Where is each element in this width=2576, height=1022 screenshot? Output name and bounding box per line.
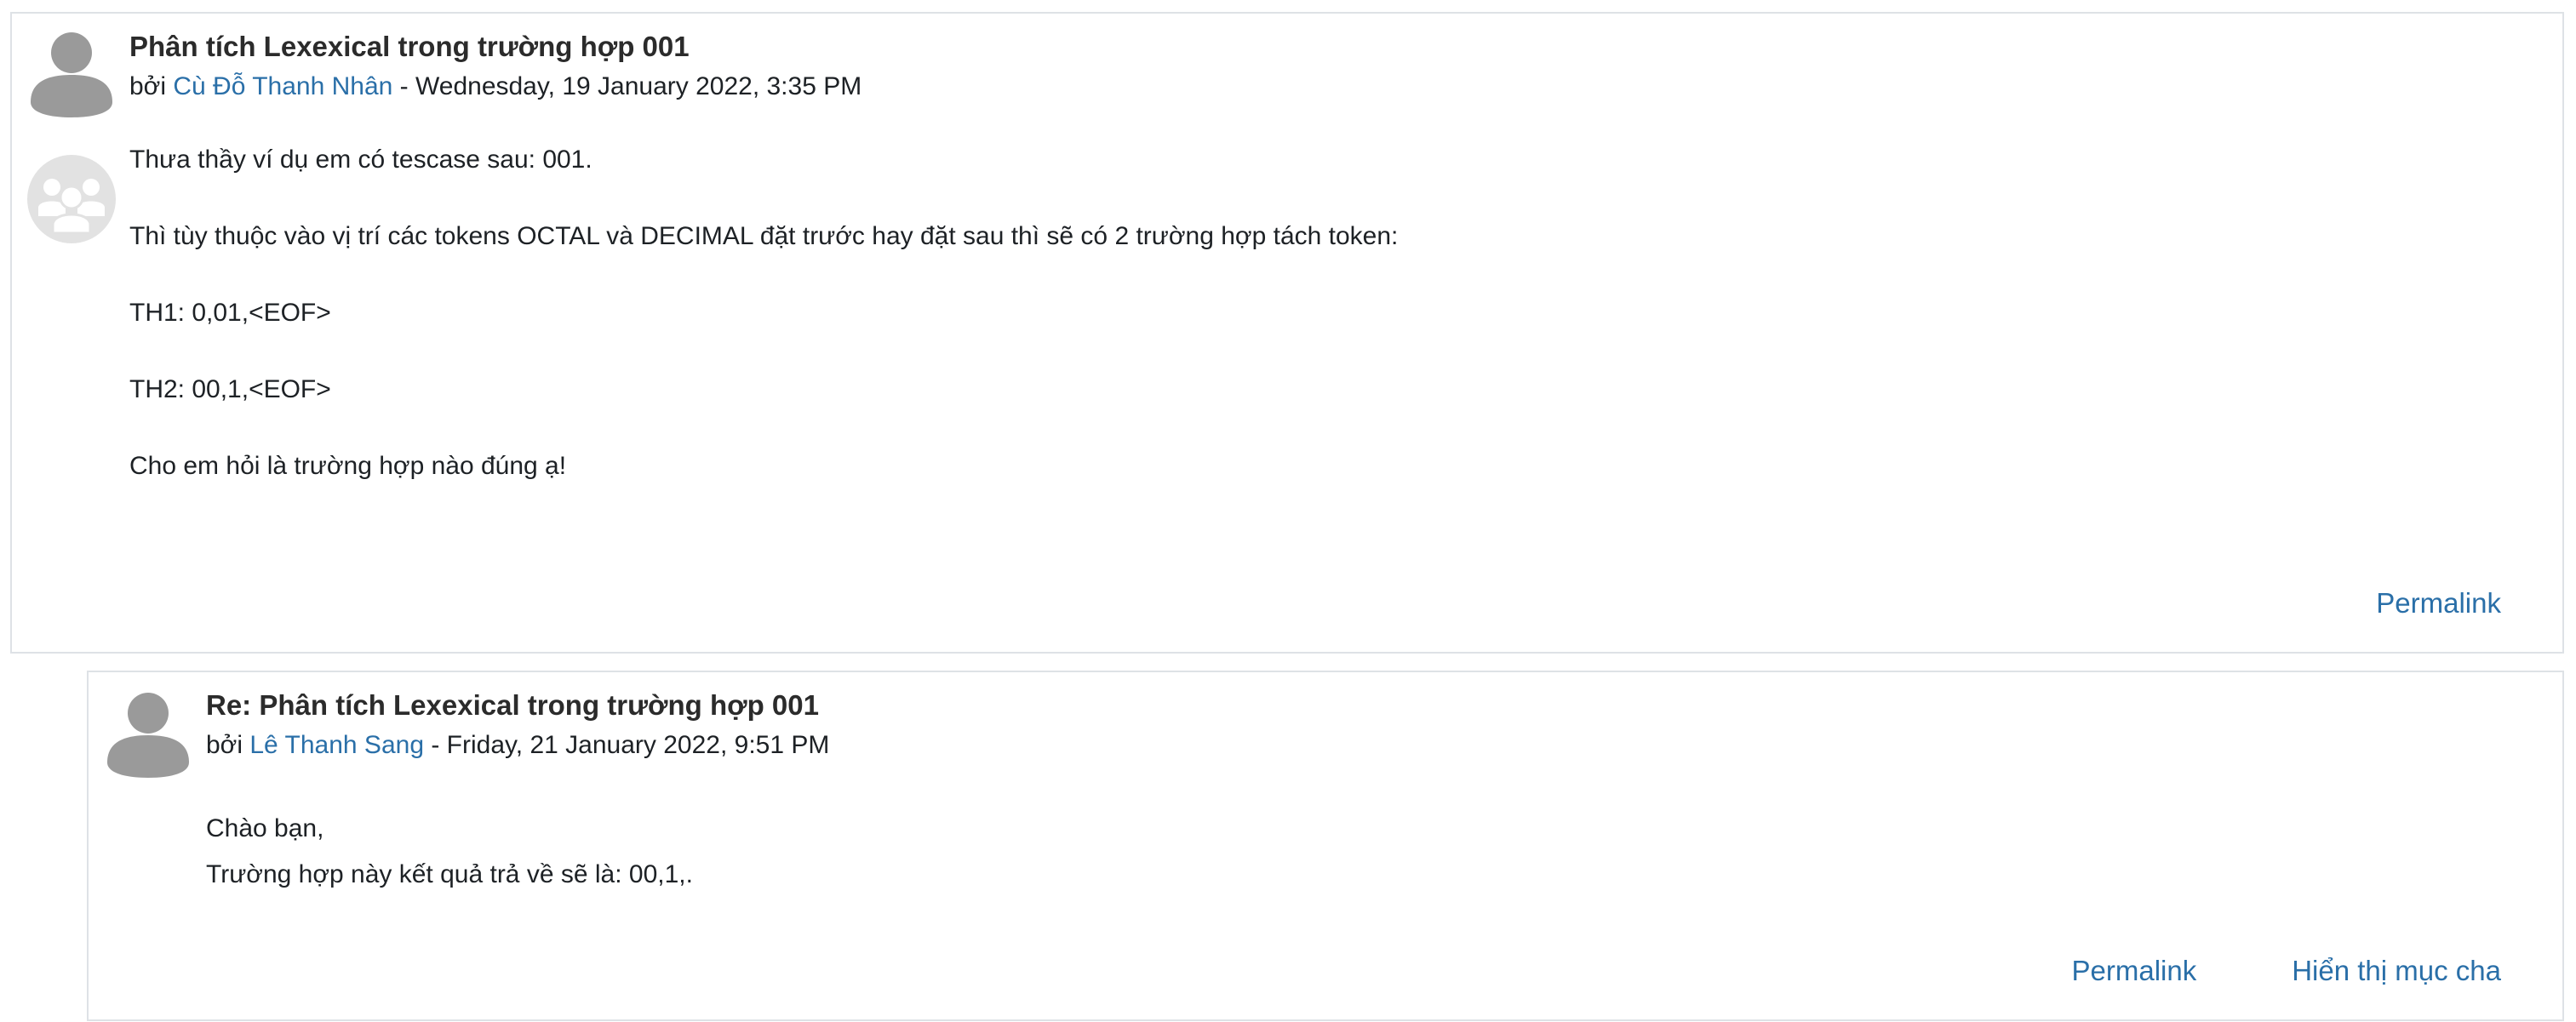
author-link[interactable]: Cù Đỗ Thanh Nhân <box>173 72 392 100</box>
group-icon <box>27 155 116 243</box>
post-paragraph: Thưa thầy ví dụ em có tescase sau: 001. <box>129 145 592 174</box>
post-body: Chào bạn, Trường hợp này kết quả trả về … <box>206 811 2511 893</box>
post-byline: bởi Lê Thanh Sang - Friday, 21 January 2… <box>206 728 2511 763</box>
post-subject: Phân tích Lexexical trong trường hợp 001 <box>129 31 690 62</box>
user-avatar-icon[interactable] <box>106 689 191 778</box>
post-paragraph: Thì tùy thuộc vào vị trí các tokens OCTA… <box>129 221 1399 250</box>
by-prefix: bởi <box>206 730 243 759</box>
post-commands: Permalink <box>2376 587 2501 619</box>
post-paragraph: TH1: 0,01,<EOF> <box>129 298 331 327</box>
post-commands: Permalink Hiển thị mục cha <box>2072 955 2502 987</box>
forum-reply: Re: Phân tích Lexexical trong trường hợp… <box>87 671 2564 1021</box>
permalink-link[interactable]: Permalink <box>2376 587 2501 619</box>
post-body: Thưa thầy ví dụ em có tescase sau: 001. … <box>129 142 2511 484</box>
post-date: - Wednesday, 19 January 2022, 3:35 PM <box>392 71 862 100</box>
post-byline: bởi Cù Đỗ Thanh Nhân - Wednesday, 19 Jan… <box>129 69 2511 105</box>
permalink-link[interactable]: Permalink <box>2072 955 2197 987</box>
post-paragraph: Chào bạn, <box>206 814 324 842</box>
post-paragraph: TH2: 00,1,<EOF> <box>129 374 331 403</box>
post-date: - Friday, 21 January 2022, 9:51 PM <box>424 730 830 759</box>
post-paragraph: Cho em hỏi là trường hợp nào đúng ạ! <box>129 451 567 480</box>
user-avatar-icon[interactable] <box>29 29 114 117</box>
post-subject: Re: Phân tích Lexexical trong trường hợp… <box>206 689 819 721</box>
author-link[interactable]: Lê Thanh Sang <box>249 731 424 759</box>
forum-post: Phân tích Lexexical trong trường hợp 001… <box>10 12 2564 654</box>
by-prefix: bởi <box>129 71 167 100</box>
show-parent-link[interactable]: Hiển thị mục cha <box>2292 955 2501 987</box>
post-paragraph: Trường hợp này kết quả trả về sẽ là: 00,… <box>206 859 693 888</box>
